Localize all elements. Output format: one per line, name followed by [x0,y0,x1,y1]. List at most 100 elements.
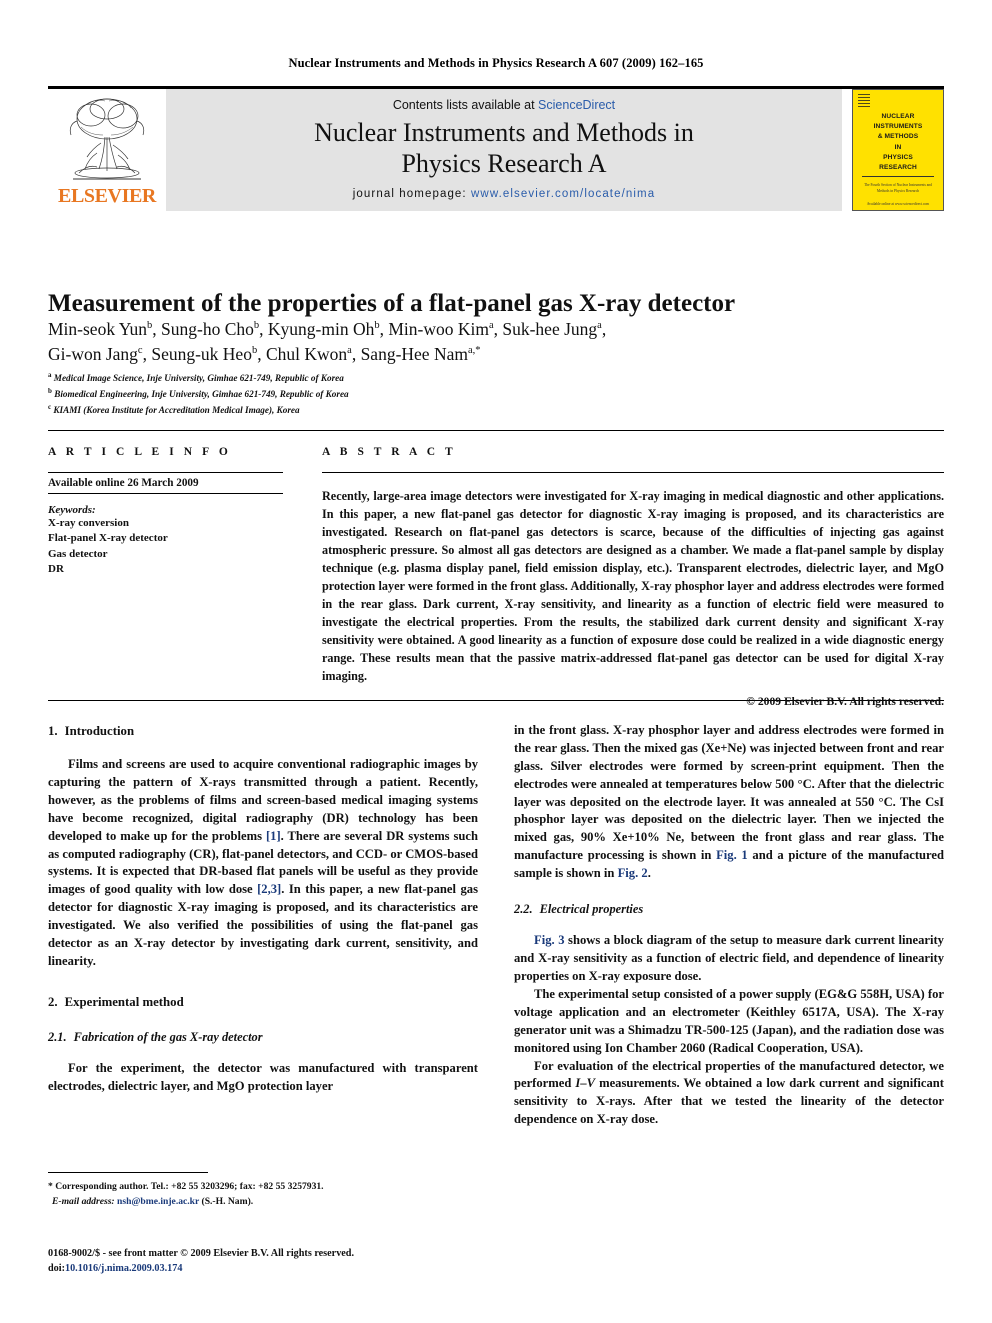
homepage-url-link[interactable]: www.elsevier.com/locate/nima [471,188,655,200]
fabrication-text-c: . [647,866,651,880]
figure-ref-3[interactable]: Fig. 3 [534,933,565,947]
figure-ref-2[interactable]: Fig. 2 [618,866,648,880]
author-affil-marker: b [147,320,153,332]
author-name: Sung-ho Cho [161,319,254,339]
author-name: Suk-hee Jung [502,319,598,339]
page-title: Measurement of the properties of a flat-… [48,289,736,317]
keyword-item: Gas detector [48,547,108,560]
doi-link[interactable]: 10.1016/j.nima.2009.03.174 [65,1263,182,1274]
cover-title-line: IN [894,143,902,151]
subsection-number: 2.2. [514,901,533,916]
cover-title-line: PHYSICS [883,153,913,161]
info-band-top-rule [48,430,944,431]
author-list: Min-seok Yunb, Sung-ho Chob, Kyung-min O… [48,317,944,368]
author-affil-marker: a [347,345,352,357]
corresponding-author-note: * Corresponding author. Tel.: +82 55 320… [48,1181,324,1192]
contents-lists-line: Contents lists available at ScienceDirec… [166,98,842,112]
colophon-block: 0168-9002/$ - see front matter © 2009 El… [48,1246,518,1277]
subsection-number: 2.1. [48,1029,67,1044]
author-line-1: Min-seok Yunb, Sung-ho Chob, Kyung-min O… [48,319,607,339]
abstract-heading: A B S T R A C T [322,446,457,458]
affiliation-marker: b [48,386,52,395]
author-affil-marker: b [253,320,260,332]
citation-ref-2[interactable]: [2,3] [257,882,281,896]
section-number: 2. [48,994,58,1009]
author-name: Min-seok Yun [48,319,148,339]
subsection-title: Fabrication of the gas X-ray detector [73,1029,263,1044]
author-name: Min-woo Kim [388,319,489,339]
cover-footer-text: Available online at www.sciencedirect.co… [866,202,930,206]
affiliation-item: c KIAMI (Korea Institute for Accreditati… [48,402,944,418]
author-name: Kyung-min Oh [267,319,375,339]
sciencedirect-link[interactable]: ScienceDirect [538,98,615,112]
affiliation-text: Medical Image Science, Inje University, … [53,373,344,384]
section-title: Experimental method [64,994,184,1009]
author-affil-marker: c [137,345,143,357]
abstract-column: A B S T R A C T Recently, large-area ima… [322,446,944,708]
paper-page: Nuclear Instruments and Methods in Physi… [0,0,992,1323]
email-note: E-mail address: nsh@bme.inje.ac.kr (S.-H… [48,1195,478,1210]
section-heading-experimental: 2. Experimental method [48,993,478,1011]
cover-title-line: INSTRUMENTS [873,123,923,131]
electrical-text-1: shows a block diagram of the setup to me… [514,933,944,984]
affiliation-item: a Medical Image Science, Inje University… [48,370,944,386]
cover-title-line: & METHODS [877,133,919,141]
article-info-heading: A R T I C L E I N F O [48,446,232,458]
keyword-item: X-ray conversion [48,517,129,529]
electrical-paragraph-2: The experimental setup consisted of a po… [514,987,944,1055]
abstract-copyright: © 2009 Elsevier B.V. All rights reserved… [746,694,944,708]
running-head: Nuclear Instruments and Methods in Physi… [288,56,704,70]
doi-label: doi: [48,1263,65,1275]
author-name: Seung-uk Heo [151,344,252,365]
subsection-title: Electrical properties [539,901,644,916]
figure-ref-1[interactable]: Fig. 1 [716,848,748,862]
electrical-paragraph-1: Fig. 3 shows a block diagram of the setu… [514,932,944,986]
author-affil-marker: a [597,320,602,332]
cover-blurb: The Fourth Section of Nuclear Instrument… [864,183,932,193]
journal-title-line1: Nuclear Instruments and Methods in [314,118,694,147]
email-label: E-mail address: [52,1195,115,1207]
article-info-column: A R T I C L E I N F O Available online 2… [48,446,283,578]
journal-homepage-line: journal homepage: www.elsevier.com/locat… [166,188,842,200]
keyword-item: DR [48,563,64,576]
doi-line: doi:10.1016/j.nima.2009.03.174 [48,1261,518,1276]
journal-masthead: ELSEVIER Contents lists available at Sci… [48,86,944,211]
affiliation-marker: a [48,371,52,379]
email-link[interactable]: nsh@bme.inje.ac.kr [117,1196,199,1207]
subsection-heading-fabrication: 2.1. Fabrication of the gas X-ray detecto… [48,1029,478,1047]
section-title: Introduction [64,724,135,738]
footnote-divider [48,1172,208,1173]
footnote-block: * Corresponding author. Tel.: +82 55 320… [48,1180,478,1210]
body-column-left: 1. Introduction Films and screens are use… [48,722,478,1096]
keywords-label: Keywords: [48,504,96,516]
affiliation-text: KIAMI (Korea Institute for Accreditation… [53,405,300,415]
iv-measurement-label: I–V [575,1076,596,1091]
fabrication-paragraph-right: in the front glass. X-ray phosphor layer… [514,722,944,883]
contents-prefix: Contents lists available at [392,98,539,112]
author-affil-marker: b [251,345,258,357]
author-affil-marker: a [488,320,494,332]
author-affil-marker: b [374,320,380,332]
cover-title-line: NUCLEAR [881,113,915,120]
fabrication-text-a: in the front glass. X-ray phosphor layer… [514,723,944,863]
journal-cover-thumbnail: NUCLEAR INSTRUMENTS & METHODS IN PHYSICS… [852,89,944,211]
elsevier-logo: ELSEVIER [48,89,166,211]
email-owner: (S.-H. Nam). [201,1195,254,1207]
journal-banner: Contents lists available at ScienceDirec… [166,89,842,211]
author-name: Gi-won Jang [48,344,138,365]
abstract-rule [322,472,944,473]
abstract-text: Recently, large-area image detectors wer… [322,489,944,684]
author-affil-marker: a,* [467,345,481,357]
cover-title-line: RESEARCH [879,164,917,172]
electrical-paragraph-3: For evaluation of the electrical propert… [514,1058,944,1130]
intro-paragraph: Films and screens are used to acquire co… [48,756,478,971]
elsevier-tree-icon [69,98,145,180]
keyword-item: Flat-panel X-ray detector [48,532,168,545]
author-name: Chul Kwon [265,344,348,365]
citation-ref-1[interactable]: [1] [266,829,281,843]
cover-title-lines: NUCLEAR INSTRUMENTS & METHODS IN PHYSICS… [856,112,940,173]
article-history: Available online 26 March 2009 [48,473,283,494]
issn-copyright-line: 0168-9002/$ - see front matter © 2009 El… [48,1248,355,1259]
affiliation-list: a Medical Image Science, Inje University… [48,370,944,418]
author-line-2: Gi-won Jangc, Seung-uk Heob, Chul Kwona,… [48,344,481,365]
